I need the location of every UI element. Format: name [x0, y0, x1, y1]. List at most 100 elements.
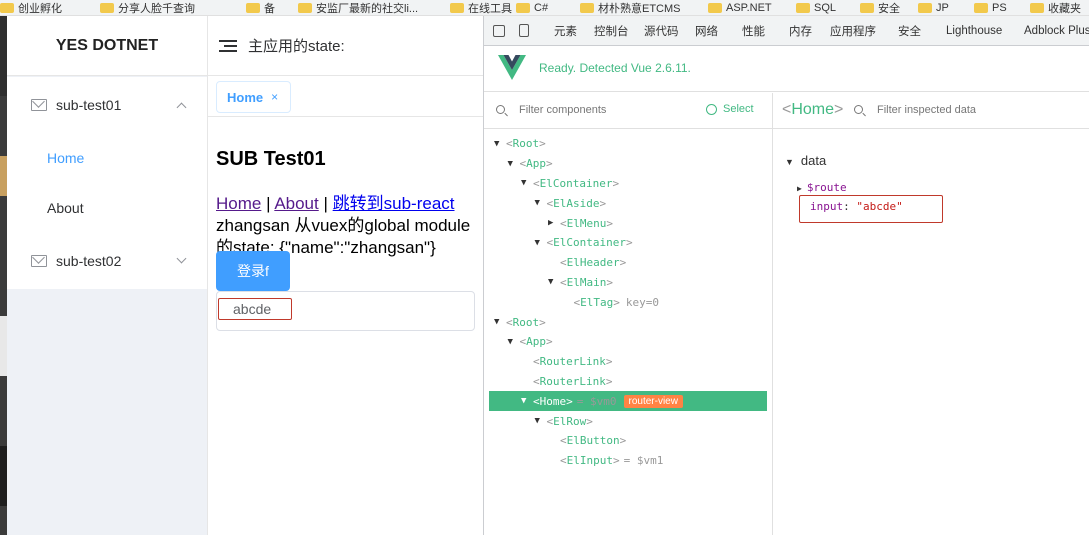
tree-node[interactable]: ▼ < Home > = $vm0 router-view: [489, 391, 767, 412]
bookmark-item[interactable]: 创业孵化: [0, 0, 62, 15]
devtools-tab[interactable]: 网络: [695, 16, 718, 46]
login-button[interactable]: 登录f: [216, 251, 290, 291]
bookmark-label: 收藏夹: [1048, 3, 1081, 15]
angle-bracket: <: [519, 157, 527, 171]
bookmark-item[interactable]: ASP.NET: [708, 0, 772, 15]
menu-item-home[interactable]: Home: [7, 133, 207, 183]
angle-bracket: >: [546, 335, 553, 349]
select-component-button[interactable]: Select: [706, 103, 754, 115]
bookmark-item[interactable]: C#: [516, 0, 548, 15]
devtools-tab[interactable]: 元素: [554, 16, 577, 46]
desktop-edge: [0, 16, 7, 535]
component-name: ElMenu: [566, 216, 607, 230]
bookmark-item[interactable]: 材朴熟意ETCMS: [580, 0, 681, 15]
app-header: 主应用的state:: [208, 16, 483, 76]
tree-node[interactable]: ▶ < ElMenu >: [484, 213, 773, 233]
expand-toggle-icon[interactable]: ▼: [494, 139, 506, 149]
submenu-sub-test01[interactable]: sub-test01: [7, 77, 207, 133]
devtools-tab[interactable]: 内存: [789, 16, 812, 46]
angle-bracket: >: [599, 196, 607, 210]
folder-icon: [516, 3, 530, 13]
tree-node[interactable]: < ElInput > = $vm1: [484, 451, 773, 471]
expand-toggle-icon[interactable]: ▼: [548, 277, 560, 287]
close-icon[interactable]: ×: [271, 90, 278, 104]
devtools-tab[interactable]: 控制台: [594, 16, 629, 46]
expand-toggle-icon[interactable]: ▼: [535, 238, 547, 248]
bookmark-item[interactable]: 收藏夹: [1030, 0, 1081, 15]
device-toolbar-icon[interactable]: [519, 24, 529, 37]
bookmark-label: JP: [936, 2, 949, 14]
main-content: SUB Test01 Home | About | 跳转到sub-react z…: [208, 118, 483, 535]
bookmark-item[interactable]: SQL: [796, 0, 836, 15]
submenu-sub-test02[interactable]: sub-test02: [7, 233, 207, 289]
devtools-tab[interactable]: 源代码: [644, 16, 679, 46]
submenu-label: sub-test02: [56, 253, 122, 269]
tree-node[interactable]: < ElTag > key=0: [484, 292, 773, 312]
devtools-tab[interactable]: 性能: [742, 16, 765, 46]
angle-bracket: <: [546, 236, 554, 250]
angle-bracket: <: [533, 374, 540, 388]
tree-node[interactable]: < RouterLink >: [484, 372, 773, 392]
bookmark-item[interactable]: 分享人脸千查询: [100, 0, 195, 15]
inspector-pane: <Home> Filter inspected data ▼ data ▶ $rou…: [773, 93, 1089, 535]
angle-bracket: <: [560, 454, 567, 468]
tree-node[interactable]: ▼ < ElMain >: [484, 273, 773, 293]
folder-icon: [0, 3, 14, 13]
bookmark-item[interactable]: 安监厂最新的社交li...: [298, 0, 418, 15]
tree-node[interactable]: ▼ < ElAside >: [484, 193, 773, 213]
search-icon: [496, 105, 505, 114]
devtools-tab[interactable]: Lighthouse: [946, 16, 1002, 46]
menu-item-about[interactable]: About: [7, 183, 207, 233]
bookmark-item[interactable]: JP: [918, 0, 949, 15]
tree-node[interactable]: ▼ < ElContainer >: [484, 233, 773, 253]
bookmark-item[interactable]: PS: [974, 0, 1007, 15]
components-filter: Filter components Select: [484, 93, 772, 129]
filter-components-input[interactable]: Filter components: [519, 104, 606, 116]
bookmark-label: 创业孵化: [18, 3, 62, 15]
expand-toggle-icon[interactable]: ▼: [508, 337, 520, 347]
expand-toggle-icon[interactable]: ▼: [521, 396, 533, 406]
chevron-down-icon: [176, 253, 187, 264]
vm-reference: = $vm1: [623, 454, 664, 468]
expand-toggle-icon[interactable]: ▼: [508, 159, 520, 169]
router-view-badge: router-view: [623, 394, 683, 408]
filter-inspected-input[interactable]: Filter inspected data: [877, 104, 976, 116]
tree-node[interactable]: < ElHeader >: [484, 253, 773, 273]
expand-toggle-icon[interactable]: ▼: [535, 198, 547, 208]
devtools-tab[interactable]: 应用程序: [830, 16, 876, 46]
tag-home[interactable]: Home ×: [216, 81, 291, 113]
angle-bracket: >: [586, 414, 593, 428]
data-section-toggle[interactable]: ▼ data: [785, 153, 826, 168]
tree-node[interactable]: < ElButton >: [484, 431, 773, 451]
menu-fold-icon[interactable]: [219, 39, 237, 53]
tree-node[interactable]: ▼ < ElContainer >: [484, 174, 773, 194]
component-name: ElRow: [553, 414, 587, 428]
bookmark-item[interactable]: 备: [246, 0, 275, 15]
expand-toggle-icon[interactable]: ▼: [521, 178, 533, 188]
text-input[interactable]: abcde: [216, 291, 475, 331]
tree-node[interactable]: ▼ < App >: [484, 332, 773, 352]
devtools-tab[interactable]: Adblock Plus: [1024, 16, 1089, 46]
expand-toggle-icon[interactable]: ▶: [548, 218, 560, 228]
component-name: Home: [539, 394, 567, 408]
angle-bracket: >: [612, 176, 620, 190]
tree-node[interactable]: ▼ < App >: [484, 154, 773, 174]
header-title: 主应用的state:: [248, 38, 345, 55]
tree-node[interactable]: ▼ < Root >: [484, 312, 773, 332]
search-icon: [854, 105, 863, 114]
input-value: abcde: [218, 298, 292, 320]
devtools-tab[interactable]: 安全: [898, 16, 921, 46]
component-name: ElButton: [566, 434, 620, 448]
tree-node[interactable]: ▼ < ElRow >: [484, 411, 773, 431]
inspect-icon[interactable]: [493, 25, 505, 37]
route-prop[interactable]: ▶ $route: [797, 181, 847, 194]
sidebar: YES DOTNET sub-test01 Home About sub-tes…: [7, 16, 208, 535]
bookmark-item[interactable]: 安全: [860, 0, 900, 15]
inspected-component-name: <Home>: [782, 101, 844, 118]
tree-node[interactable]: < RouterLink >: [484, 352, 773, 372]
expand-toggle-icon[interactable]: ▼: [494, 317, 506, 327]
component-name: Root: [512, 137, 540, 151]
expand-toggle-icon[interactable]: ▼: [535, 416, 547, 426]
tree-node[interactable]: ▼ < Root >: [484, 134, 773, 154]
bookmark-item[interactable]: 在线工具: [450, 0, 512, 15]
